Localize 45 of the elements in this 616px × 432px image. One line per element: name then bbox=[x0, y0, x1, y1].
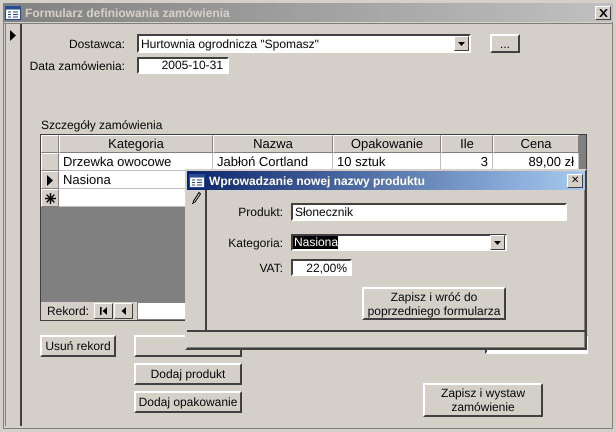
field-label: Data zamówienia: bbox=[28, 58, 125, 72]
new-record-icon bbox=[44, 192, 56, 204]
column-header[interactable]: Cena bbox=[493, 135, 579, 153]
column-header[interactable]: Kategoria bbox=[59, 135, 213, 153]
dropdown-button[interactable] bbox=[454, 36, 469, 51]
close-button[interactable]: ✕ bbox=[567, 174, 583, 188]
supplier-dropdown[interactable]: Hurtownia ogrodnicza "Spomasz" bbox=[137, 34, 471, 53]
close-icon bbox=[598, 8, 608, 16]
column-header[interactable]: Nazwa bbox=[213, 135, 333, 153]
save-order-button[interactable]: Zapisz i wystaw zamówienie bbox=[423, 383, 543, 417]
row-selector[interactable] bbox=[41, 171, 59, 189]
input-field[interactable]: 22,00% bbox=[291, 259, 352, 276]
delete-record-button[interactable]: Usuń rekord bbox=[40, 335, 116, 357]
add-button[interactable]: Dodaj opakowanie bbox=[134, 391, 242, 413]
add-button[interactable]: Dodaj produkt bbox=[134, 363, 242, 385]
field-label: Kategoria: bbox=[227, 236, 283, 250]
column-header[interactable]: Opakowanie bbox=[333, 135, 441, 153]
category-dropdown[interactable]: Nasiona bbox=[291, 234, 507, 251]
field-label: VAT: bbox=[258, 260, 283, 274]
table-cell: Drzewka owocowe bbox=[59, 153, 213, 171]
first-record-button[interactable] bbox=[94, 303, 114, 319]
input-field[interactable]: Słonecznik bbox=[291, 203, 567, 221]
row-selector[interactable] bbox=[41, 189, 59, 207]
header-corner bbox=[41, 135, 59, 153]
previous-record-button[interactable] bbox=[114, 303, 134, 319]
window-title: Formularz definiowania zamówienia bbox=[25, 6, 231, 20]
record-selector[interactable] bbox=[5, 24, 22, 426]
form-icon bbox=[189, 174, 205, 188]
caret-icon bbox=[494, 240, 501, 244]
field-label: Produkt: bbox=[237, 205, 283, 219]
form-icon bbox=[5, 6, 21, 20]
record-label: Rekord: bbox=[47, 304, 90, 318]
current-record-icon bbox=[46, 174, 54, 186]
browse-button[interactable]: ... bbox=[490, 34, 520, 53]
field-label: Dostawca: bbox=[68, 36, 125, 50]
first-record-icon bbox=[100, 307, 108, 315]
subform-label: Szczegóły zamówienia bbox=[41, 118, 164, 132]
date-field[interactable]: 2005-10-31 bbox=[137, 57, 229, 74]
column-header[interactable]: Ile bbox=[441, 135, 493, 153]
dropdown-button[interactable] bbox=[490, 235, 505, 250]
save-and-return-button[interactable]: Zapisz i wróć do poprzedniego formularza bbox=[362, 287, 506, 320]
previous-record-icon bbox=[121, 307, 126, 315]
current-record-icon bbox=[8, 30, 16, 41]
pencil-icon bbox=[192, 192, 200, 204]
caret-icon bbox=[458, 42, 465, 46]
